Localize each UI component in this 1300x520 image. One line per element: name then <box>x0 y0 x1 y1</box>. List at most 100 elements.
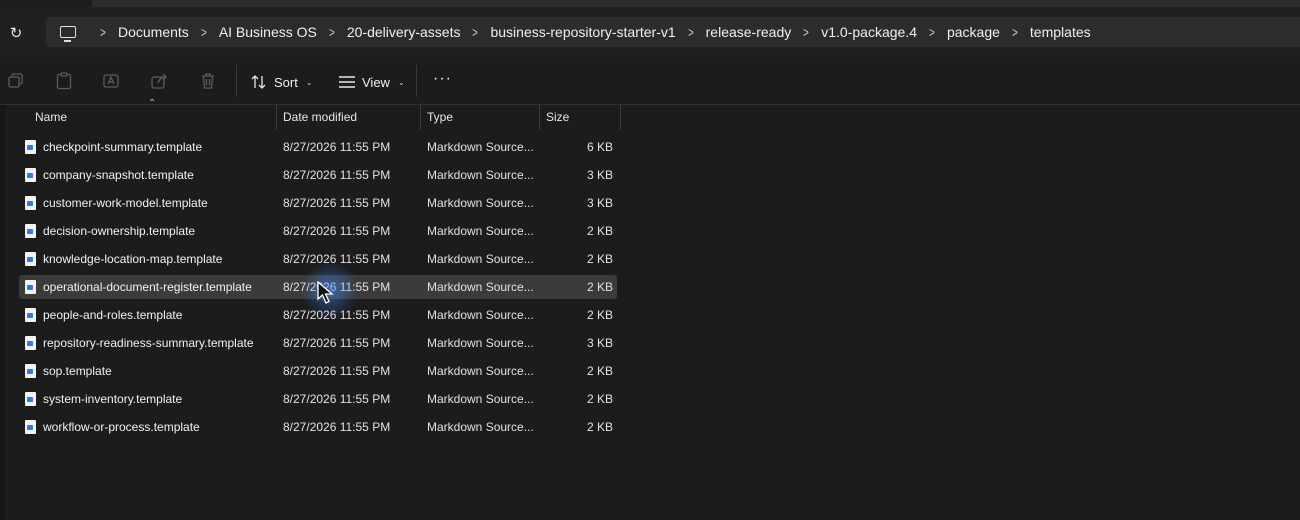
chevron-down-icon: ⌄ <box>305 77 313 87</box>
breadcrumb-item[interactable]: release-ready <box>704 24 794 40</box>
file-size: 2 KB <box>586 308 613 322</box>
file-type: Markdown Source... <box>427 308 534 322</box>
markdown-file-icon <box>25 252 36 266</box>
file-date-modified: 8/27/2026 11:55 PM <box>283 196 391 210</box>
file-type: Markdown Source... <box>427 168 534 182</box>
file-name: workflow-or-process.template <box>43 420 200 434</box>
chevron-right-icon[interactable]: > <box>323 24 341 40</box>
title-strip <box>92 0 1300 7</box>
file-date-modified: 8/27/2026 11:55 PM <box>283 364 391 378</box>
chevron-right-icon[interactable]: > <box>797 24 815 40</box>
file-type: Markdown Source... <box>427 392 534 406</box>
column-header-name[interactable]: Name <box>19 104 277 130</box>
file-name: customer-work-model.template <box>43 196 208 210</box>
column-header-date[interactable]: Date modified <box>277 104 421 130</box>
share-icon[interactable] <box>150 71 170 91</box>
file-date-modified: 8/27/2026 11:55 PM <box>283 308 391 322</box>
file-row[interactable]: sop.template 8/27/2026 11:55 PM Markdown S… <box>19 359 617 383</box>
file-type: Markdown Source... <box>427 196 534 210</box>
file-type: Markdown Source... <box>427 336 534 350</box>
chevron-right-icon[interactable]: > <box>923 24 941 40</box>
copy-icon[interactable] <box>6 71 26 91</box>
file-name: people-and-roles.template <box>43 308 183 322</box>
file-name: knowledge-location-map.template <box>43 252 223 266</box>
markdown-file-icon <box>25 336 36 350</box>
file-name: repository-readiness-summary.template <box>43 336 254 350</box>
file-size: 2 KB <box>586 364 613 378</box>
breadcrumb-item[interactable]: templates <box>1028 24 1093 40</box>
file-size: 6 KB <box>586 140 613 154</box>
file-date-modified: 8/27/2026 11:55 PM <box>283 392 391 406</box>
view-label: View <box>362 74 390 90</box>
file-date-modified: 8/27/2026 11:55 PM <box>283 420 391 434</box>
breadcrumb-item[interactable]: 20-delivery-assets <box>345 24 463 40</box>
file-name: company-snapshot.template <box>43 168 194 182</box>
file-size: 2 KB <box>586 420 613 434</box>
file-name: decision-ownership.template <box>43 224 196 238</box>
sort-icon <box>251 75 266 89</box>
file-date-modified: 8/27/2026 11:55 PM <box>283 224 391 238</box>
file-size: 3 KB <box>586 168 613 182</box>
markdown-file-icon <box>25 196 36 210</box>
chevron-right-icon[interactable]: > <box>195 24 213 40</box>
chevron-right-icon[interactable]: > <box>466 24 484 40</box>
breadcrumb-item[interactable]: business-repository-starter-v1 <box>488 24 677 40</box>
file-row[interactable]: repository-readiness-summary.template 8/2… <box>19 331 617 355</box>
command-bar: Sort ⌄ View ⌄ ··· <box>0 57 1300 105</box>
file-type: Markdown Source... <box>427 280 534 294</box>
markdown-file-icon <box>25 140 36 154</box>
file-row[interactable]: knowledge-location-map.template 8/27/2026… <box>19 247 617 271</box>
markdown-file-icon <box>25 420 36 434</box>
file-name: system-inventory.template <box>43 392 183 406</box>
view-icon <box>339 76 355 88</box>
markdown-file-icon <box>25 308 36 322</box>
computer-icon[interactable] <box>60 26 76 42</box>
column-header-type[interactable]: Type <box>421 104 540 130</box>
delete-icon[interactable] <box>198 71 218 91</box>
breadcrumb-item[interactable]: Documents <box>116 24 191 40</box>
file-type: Markdown Source... <box>427 224 534 238</box>
file-row[interactable]: people-and-roles.template 8/27/2026 11:55… <box>19 303 617 327</box>
chevron-right-icon[interactable]: > <box>682 24 700 40</box>
chevron-right-icon[interactable]: > <box>94 24 112 40</box>
file-size: 2 KB <box>586 224 613 238</box>
address-row: ↻ > Documents > AI Business OS >20-delivery-… <box>0 7 1300 57</box>
toolbar-divider <box>236 65 237 97</box>
file-row[interactable]: system-inventory.template 8/27/2026 11:55… <box>19 387 617 411</box>
toolbar-divider <box>416 65 417 97</box>
file-date-modified: 8/27/2026 11:55 PM <box>283 140 391 154</box>
breadcrumb: > Documents > AI Business OS >20-delivery-as… <box>90 24 1093 40</box>
view-button[interactable]: View ⌄ <box>338 71 405 93</box>
markdown-file-icon <box>25 224 36 238</box>
file-row[interactable]: workflow-or-process.template 8/27/2026 11… <box>19 415 617 439</box>
navigation-pane-edge <box>0 105 5 520</box>
file-row[interactable]: company-snapshot.template 8/27/2026 11:55… <box>19 163 617 187</box>
file-type: Markdown Source... <box>427 420 534 434</box>
chevron-down-icon: ⌄ <box>397 77 405 87</box>
markdown-file-icon <box>25 364 36 378</box>
sort-label: Sort <box>274 74 298 90</box>
file-date-modified: 8/27/2026 11:55 PM <box>283 280 391 294</box>
sort-button[interactable]: Sort ⌄ <box>250 71 313 93</box>
file-row[interactable]: checkpoint-summary.template 8/27/2026 11:… <box>19 135 617 159</box>
breadcrumb-item[interactable]: package <box>945 24 1002 40</box>
file-row[interactable]: decision-ownership.template 8/27/2026 11:… <box>19 219 617 243</box>
file-size: 2 KB <box>586 280 613 294</box>
file-row[interactable]: operational-document-register.template 8/… <box>19 275 617 299</box>
paste-icon[interactable] <box>54 71 74 91</box>
address-bar[interactable]: > Documents > AI Business OS >20-delivery-as… <box>46 17 1300 47</box>
markdown-file-icon <box>25 392 36 406</box>
breadcrumb-item[interactable]: v1.0-package.4 <box>819 24 919 40</box>
file-size: 3 KB <box>586 196 613 210</box>
more-options-button[interactable]: ··· <box>433 70 452 88</box>
file-row[interactable]: customer-work-model.template 8/27/2026 11… <box>19 191 617 215</box>
rename-icon[interactable] <box>102 71 122 91</box>
chevron-right-icon[interactable]: > <box>1006 24 1024 40</box>
file-size: 3 KB <box>586 336 613 350</box>
markdown-file-icon <box>25 168 36 182</box>
column-header-size[interactable]: Size <box>540 104 621 130</box>
file-size: 2 KB <box>586 392 613 406</box>
refresh-icon[interactable]: ↻ <box>6 23 26 43</box>
breadcrumb-item[interactable]: AI Business OS <box>217 24 319 40</box>
file-date-modified: 8/27/2026 11:55 PM <box>283 252 391 266</box>
